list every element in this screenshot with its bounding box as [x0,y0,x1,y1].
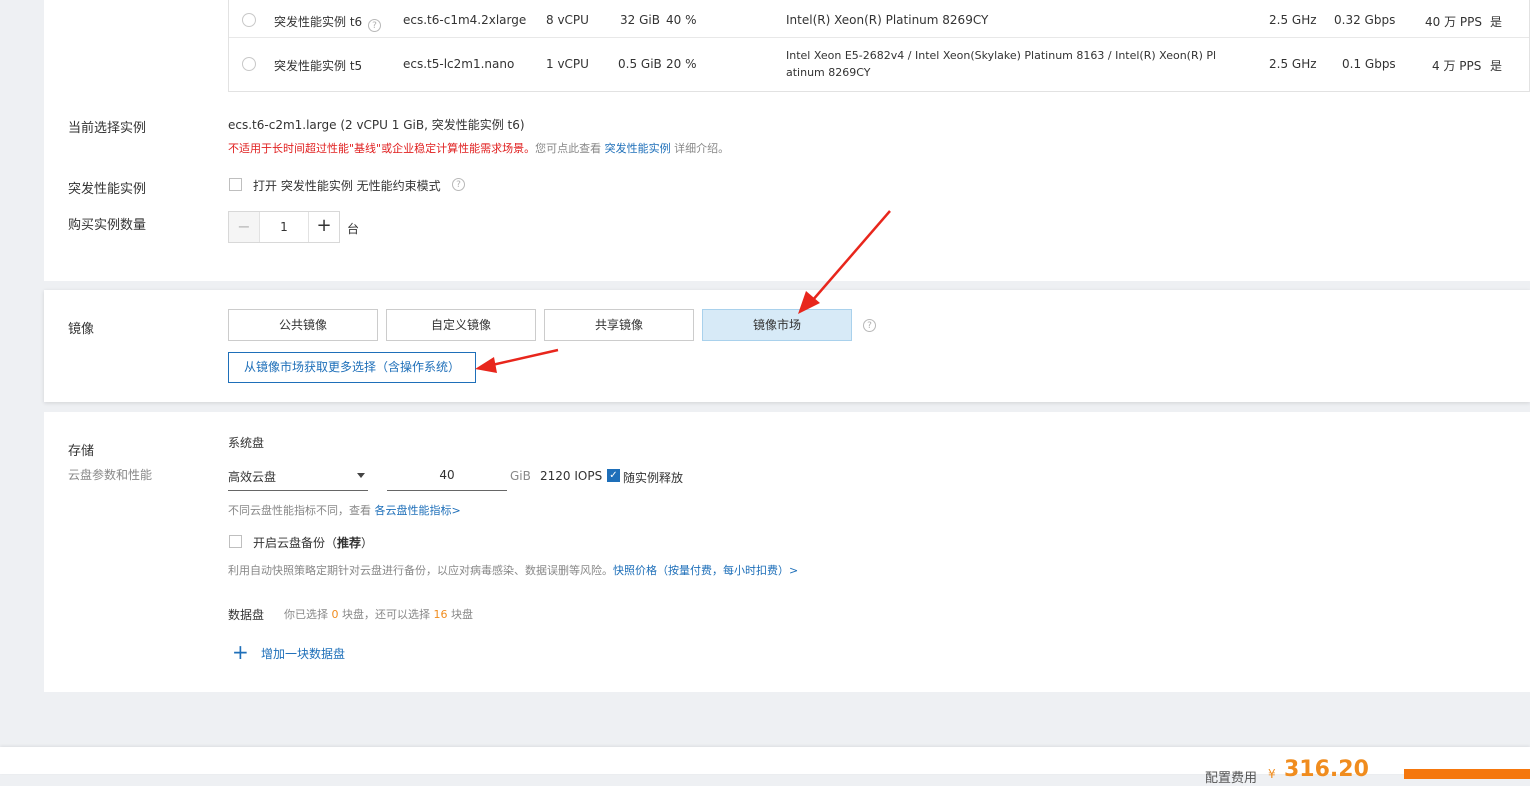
arrow-to-market-button [475,348,559,373]
arrow-to-market-tab [798,210,891,314]
annotation-arrows [475,210,891,373]
